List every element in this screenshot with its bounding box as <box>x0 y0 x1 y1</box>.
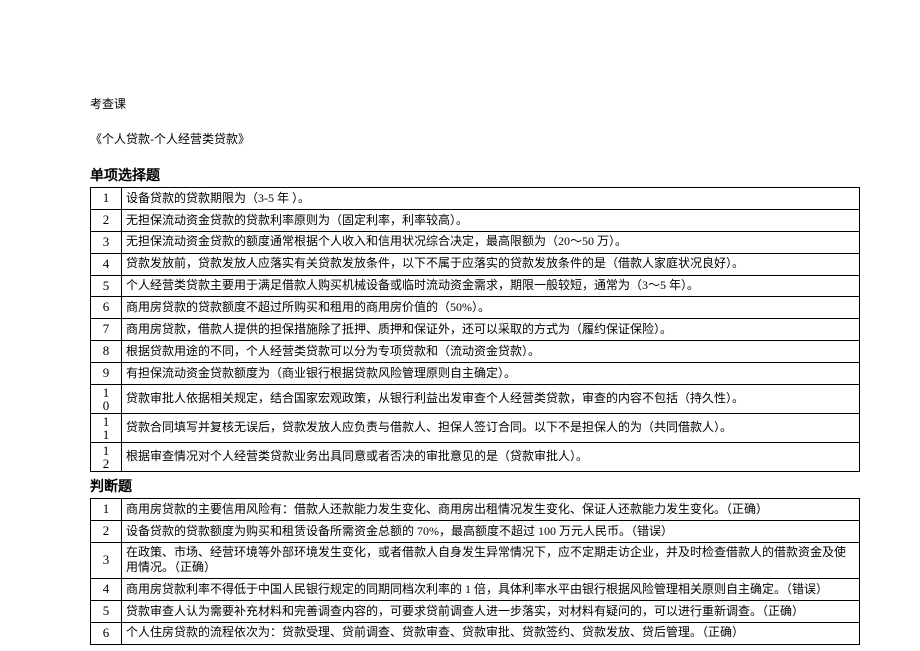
row-text: 商用房贷款的贷款额度不超过所购买和租用的商用房价值的（50%）。 <box>122 297 860 319</box>
row-number: 9 <box>91 363 122 385</box>
table-row: 10 贷款审批人依据相关规定，结合国家宏观政策，从银行利益出发审查个人经营类贷款… <box>91 385 860 414</box>
section2-title: 判断题 <box>90 476 860 496</box>
table-row: 5 个人经营类贷款主要用于满足借款人购买机械设备或临时流动资金需求，期限一般较短… <box>91 275 860 297</box>
row-number: 2 <box>91 520 122 542</box>
row-number: 1 <box>91 499 122 521</box>
table-row: 4 商用房贷款利率不得低于中国人民银行规定的同期同档次利率的 1 倍，具体利率水… <box>91 578 860 600</box>
row-text: 设备贷款的贷款期限为（3-5 年 ）。 <box>122 188 860 210</box>
table-row: 2 设备贷款的贷款额度为购买和租赁设备所需资金总额的 70%，最高额度不超过 1… <box>91 520 860 542</box>
single-choice-table: 1 设备贷款的贷款期限为（3-5 年 ）。 2 无担保流动资金贷款的贷款利率原则… <box>90 187 860 472</box>
table-row: 1 商用房贷款的主要信用风险有：借款人还款能力发生变化、商用房出租情况发生变化、… <box>91 499 860 521</box>
row-number: 1 <box>91 188 122 210</box>
row-text: 贷款发放前，贷款发放人应落实有关贷款发放条件，以下不属于应落实的贷款发放条件的是… <box>122 253 860 275</box>
table-row: 12 根据审查情况对个人经营类贷款业务出具同意或者否决的审批意见的是（贷款审批人… <box>91 443 860 472</box>
row-number: 7 <box>91 319 122 341</box>
row-number: 5 <box>91 275 122 297</box>
row-number: 11 <box>91 414 122 443</box>
row-text: 个人住房贷款的流程依次为：贷款受理、贷前调查、贷款审查、贷款审批、贷款签约、贷款… <box>122 622 860 644</box>
row-text: 商用房贷款利率不得低于中国人民银行规定的同期同档次利率的 1 倍，具体利率水平由… <box>122 578 860 600</box>
row-number: 8 <box>91 341 122 363</box>
row-text: 商用房贷款，借款人提供的担保措施除了抵押、质押和保证外，还可以采取的方式为（履约… <box>122 319 860 341</box>
row-text: 有担保流动资金贷款额度为（商业银行根据贷款风险管理原则自主确定）。 <box>122 363 860 385</box>
table-row: 9 有担保流动资金贷款额度为（商业银行根据贷款风险管理原则自主确定）。 <box>91 363 860 385</box>
row-number: 3 <box>91 542 122 578</box>
row-text: 根据审查情况对个人经营类贷款业务出具同意或者否决的审批意见的是（贷款审批人）。 <box>122 443 860 472</box>
table-row: 4 贷款发放前，贷款发放人应落实有关贷款发放条件，以下不属于应落实的贷款发放条件… <box>91 253 860 275</box>
course-label: 考查课 <box>90 95 860 112</box>
table-row: 5 贷款审查人认为需要补充材料和完善调查内容的，可要求贷前调查人进一步落实，对材… <box>91 600 860 622</box>
row-number: 4 <box>91 253 122 275</box>
table-row: 11 贷款合同填写并复核无误后，贷款发放人应负责与借款人、担保人签订合同。以下不… <box>91 414 860 443</box>
row-text: 商用房贷款的主要信用风险有：借款人还款能力发生变化、商用房出租情况发生变化、保证… <box>122 499 860 521</box>
table-row: 7 商用房贷款，借款人提供的担保措施除了抵押、质押和保证外，还可以采取的方式为（… <box>91 319 860 341</box>
row-text: 贷款审查人认为需要补充材料和完善调查内容的，可要求贷前调查人进一步落实，对材料有… <box>122 600 860 622</box>
row-number: 6 <box>91 297 122 319</box>
table-row: 3 在政策、市场、经营环境等外部环境发生变化，或者借款人自身发生异常情况下，应不… <box>91 542 860 578</box>
row-text: 根据贷款用途的不同，个人经营类贷款可以分为专项贷款和（流动资金贷款）。 <box>122 341 860 363</box>
row-number: 5 <box>91 600 122 622</box>
table-row: 6 个人住房贷款的流程依次为：贷款受理、贷前调查、贷款审查、贷款审批、贷款签约、… <box>91 622 860 644</box>
judgement-table: 1 商用房贷款的主要信用风险有：借款人还款能力发生变化、商用房出租情况发生变化、… <box>90 498 860 645</box>
row-number: 4 <box>91 578 122 600</box>
document-title: 《个人贷款-个人经营类贷款》 <box>90 130 860 147</box>
row-text: 贷款合同填写并复核无误后，贷款发放人应负责与借款人、担保人签订合同。以下不是担保… <box>122 414 860 443</box>
table-row: 3 无担保流动资金贷款的额度通常根据个人收入和信用状况综合决定，最高限额为（20… <box>91 231 860 253</box>
table-row: 8 根据贷款用途的不同，个人经营类贷款可以分为专项贷款和（流动资金贷款）。 <box>91 341 860 363</box>
row-text: 无担保流动资金贷款的贷款利率原则为（固定利率，利率较高）。 <box>122 209 860 231</box>
row-text: 贷款审批人依据相关规定，结合国家宏观政策，从银行利益出发审查个人经营类贷款，审查… <box>122 385 860 414</box>
table-row: 1 设备贷款的贷款期限为（3-5 年 ）。 <box>91 188 860 210</box>
row-text: 在政策、市场、经营环境等外部环境发生变化，或者借款人自身发生异常情况下，应不定期… <box>122 542 860 578</box>
row-text: 无担保流动资金贷款的额度通常根据个人收入和信用状况综合决定，最高限额为（20～5… <box>122 231 860 253</box>
row-number: 3 <box>91 231 122 253</box>
row-text: 个人经营类贷款主要用于满足借款人购买机械设备或临时流动资金需求，期限一般较短，通… <box>122 275 860 297</box>
table-row: 2 无担保流动资金贷款的贷款利率原则为（固定利率，利率较高）。 <box>91 209 860 231</box>
row-number: 12 <box>91 443 122 472</box>
row-number: 6 <box>91 622 122 644</box>
table-row: 6 商用房贷款的贷款额度不超过所购买和租用的商用房价值的（50%）。 <box>91 297 860 319</box>
row-text: 设备贷款的贷款额度为购买和租赁设备所需资金总额的 70%，最高额度不超过 100… <box>122 520 860 542</box>
row-number: 2 <box>91 209 122 231</box>
section1-title: 单项选择题 <box>90 165 860 185</box>
document-page: 考查课 《个人贷款-个人经营类贷款》 单项选择题 1 设备贷款的贷款期限为（3-… <box>0 0 920 651</box>
row-number: 10 <box>91 385 122 414</box>
